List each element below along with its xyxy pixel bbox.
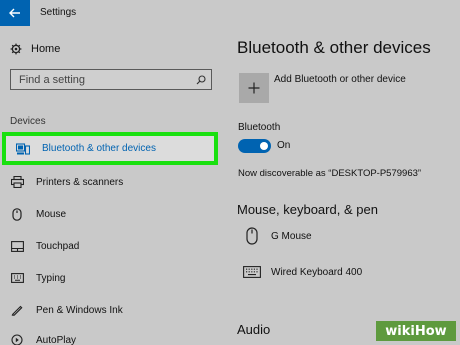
section-label-devices: Devices bbox=[10, 116, 46, 127]
pen-icon bbox=[10, 303, 24, 317]
sidebar-item-printers[interactable]: Printers & scanners bbox=[0, 170, 224, 194]
sidebar-item-label: Mouse bbox=[36, 208, 67, 220]
printer-icon bbox=[10, 175, 24, 189]
arrow-left-icon bbox=[9, 8, 20, 18]
mouse-icon bbox=[242, 227, 262, 245]
sidebar-item-label: AutoPlay bbox=[36, 334, 77, 345]
sidebar-item-label: Typing bbox=[36, 272, 66, 284]
device-name: G Mouse bbox=[271, 230, 312, 242]
device-item-mouse[interactable]: G Mouse bbox=[242, 224, 312, 248]
window-title: Settings bbox=[40, 7, 77, 18]
gear-icon bbox=[10, 43, 22, 55]
page-title: Bluetooth & other devices bbox=[237, 38, 431, 57]
device-name: Wired Keyboard 400 bbox=[271, 266, 363, 278]
sidebar-item-pen[interactable]: Pen & Windows Ink bbox=[0, 298, 224, 322]
bluetooth-toggle[interactable] bbox=[238, 139, 271, 153]
watermark-text: wikiHow bbox=[385, 323, 447, 339]
device-item-keyboard[interactable]: Wired Keyboard 400 bbox=[242, 260, 362, 284]
sidebar: Home Devices Bluetooth & other devices bbox=[0, 26, 224, 345]
autoplay-icon bbox=[10, 333, 24, 345]
discoverable-text: Now discoverable as “DESKTOP-P579963” bbox=[238, 168, 422, 179]
sidebar-item-typing[interactable]: Typing bbox=[0, 266, 224, 290]
search-icon[interactable] bbox=[191, 74, 211, 85]
home-link[interactable]: Home bbox=[10, 42, 60, 56]
sidebar-item-bluetooth[interactable]: Bluetooth & other devices bbox=[2, 132, 218, 165]
touchpad-icon bbox=[10, 239, 24, 253]
mouse-icon bbox=[10, 207, 24, 221]
search-box[interactable] bbox=[10, 69, 212, 90]
back-button[interactable] bbox=[0, 0, 30, 26]
bluetooth-toggle-state: On bbox=[277, 140, 291, 151]
keyboard-icon bbox=[242, 266, 262, 278]
sidebar-item-label: Bluetooth & other devices bbox=[42, 143, 156, 154]
wikihow-watermark: wikiHow bbox=[376, 321, 456, 341]
sidebar-item-label: Pen & Windows Ink bbox=[36, 304, 123, 316]
mouse-keyboard-heading: Mouse, keyboard, & pen bbox=[237, 202, 378, 217]
plus-icon bbox=[248, 82, 260, 94]
bluetooth-devices-icon bbox=[16, 142, 30, 156]
sidebar-item-touchpad[interactable]: Touchpad bbox=[0, 234, 224, 258]
search-input[interactable] bbox=[11, 73, 191, 86]
keyboard-icon bbox=[10, 271, 24, 285]
sidebar-item-label: Touchpad bbox=[36, 240, 80, 252]
sidebar-item-label: Printers & scanners bbox=[36, 176, 124, 188]
sidebar-item-mouse[interactable]: Mouse bbox=[0, 202, 224, 226]
home-label: Home bbox=[31, 43, 61, 55]
audio-heading: Audio bbox=[237, 322, 271, 337]
add-device-label[interactable]: Add Bluetooth or other device bbox=[274, 74, 406, 85]
sidebar-item-autoplay[interactable]: AutoPlay bbox=[0, 328, 224, 345]
toggle-knob bbox=[260, 142, 268, 150]
title-bar: Settings bbox=[0, 0, 460, 26]
bluetooth-label: Bluetooth bbox=[238, 122, 281, 133]
main-content: Bluetooth & other devices Add Bluetooth … bbox=[224, 26, 460, 345]
add-device-button[interactable] bbox=[239, 73, 269, 103]
